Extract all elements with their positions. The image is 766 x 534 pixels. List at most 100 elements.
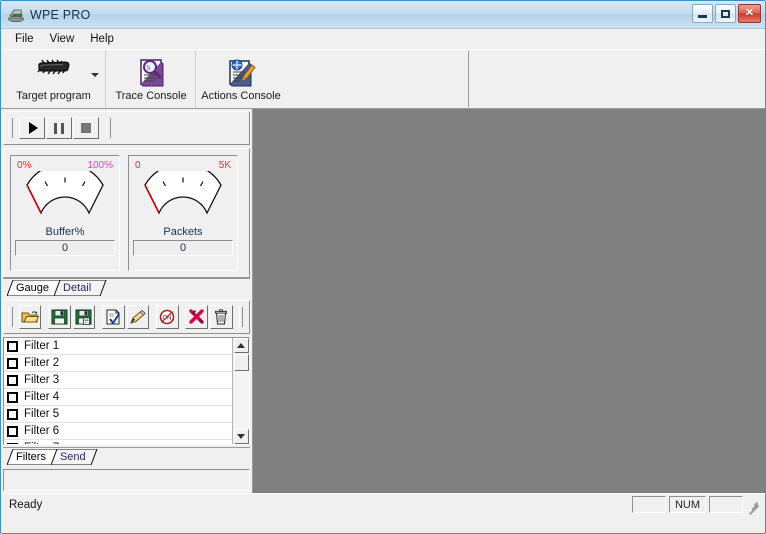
workspace: 0% 100% Buffer% 0 0 5K Packets 0 Gauge D…: [1, 109, 765, 493]
save-as-filter-button[interactable]: [72, 305, 96, 329]
filter-toolbar-panel: ON: [3, 300, 250, 334]
pause-button[interactable]: [46, 117, 72, 139]
minimize-icon: [698, 14, 707, 18]
tab-gauge[interactable]: Gauge: [7, 280, 62, 296]
gauge-packets-label: Packets: [163, 226, 203, 238]
tab-detail-label: Detail: [63, 282, 92, 294]
scroll-thumb[interactable]: [233, 354, 249, 371]
filter-checkbox[interactable]: [7, 425, 18, 437]
filter-list-items: Filter 1 Filter 2 Filter 3 Filter 4 Filt…: [4, 338, 232, 444]
tab-filters-label: Filters: [16, 451, 46, 463]
status-panel-3: [709, 496, 743, 513]
gauge-tabstrip: Gauge Detail: [3, 278, 250, 296]
play-button[interactable]: [19, 117, 45, 139]
resize-grip[interactable]: [747, 498, 761, 515]
on-toggle-icon: ON: [159, 309, 175, 325]
gauge-packets-value: 0: [133, 240, 233, 256]
filter-checkbox[interactable]: [7, 357, 18, 369]
pause-icon: [54, 122, 64, 134]
svg-text:h: h: [147, 64, 151, 72]
filter-tabstrip: Filters Send: [3, 447, 250, 465]
toolbar-grip[interactable]: [8, 118, 13, 138]
red-x-icon: [189, 309, 204, 324]
gauge-buffer[interactable]: 0% 100% Buffer% 0: [10, 155, 120, 271]
tab-filters[interactable]: Filters: [7, 449, 64, 465]
filter-list-scrollbar[interactable]: [232, 338, 249, 444]
mdi-client-area[interactable]: [253, 109, 765, 493]
main-toolbar-overflow-area: [469, 50, 765, 108]
list-item[interactable]: Filter 7: [4, 440, 232, 444]
edit-filter-button[interactable]: [126, 305, 150, 329]
scroll-down-button[interactable]: [233, 429, 249, 444]
save-floppy-icon: [51, 309, 68, 325]
gauge-buffer-scale: 0% 100%: [15, 159, 115, 171]
transport-toolbar: [4, 112, 249, 144]
chevron-up-icon: [237, 343, 245, 348]
filter-checkbox[interactable]: [7, 408, 18, 420]
application-window: WPE PRO ✕ File View Help Target program …: [0, 0, 766, 534]
filter-checkbox[interactable]: [7, 374, 18, 386]
left-dock-empty-pane: [3, 469, 250, 491]
check-filter-button[interactable]: [101, 305, 125, 329]
list-item-label: Filter 1: [24, 340, 60, 352]
gauge-packets-scale: 0 5K: [133, 159, 233, 171]
window-controls: ✕: [692, 4, 761, 23]
filter-checkbox[interactable]: [7, 442, 18, 444]
minimize-button[interactable]: [692, 4, 713, 23]
gauge-buffer-max-label: 100%: [87, 160, 113, 171]
delete-filter-button[interactable]: [185, 305, 208, 329]
menu-item-file[interactable]: File: [7, 31, 42, 47]
trash-can-icon: [215, 309, 228, 325]
scroll-track[interactable]: [233, 371, 249, 429]
filter-list[interactable]: Filter 1 Filter 2 Filter 3 Filter 4 Filt…: [3, 337, 250, 445]
gauge-packets[interactable]: 0 5K Packets 0: [128, 155, 238, 271]
actions-console-label: Actions Console: [201, 90, 281, 102]
list-item-label: Filter 2: [24, 357, 60, 369]
close-icon: ✕: [744, 7, 755, 19]
gauges-container: 0% 100% Buffer% 0 0 5K Packets 0: [4, 149, 249, 277]
gauge-buffer-label: Buffer%: [45, 226, 85, 238]
close-button[interactable]: ✕: [738, 4, 761, 23]
tab-send[interactable]: Send: [50, 449, 98, 465]
target-program-label: Target program: [16, 90, 91, 102]
list-item[interactable]: Filter 4: [4, 389, 232, 406]
save-as-floppy-icon: [75, 309, 92, 325]
stop-icon: [81, 123, 91, 133]
chip-icon: [32, 55, 76, 89]
filter-toolbar-grip[interactable]: [8, 307, 13, 327]
list-item[interactable]: Filter 6: [4, 423, 232, 440]
list-item[interactable]: Filter 2: [4, 355, 232, 372]
filter-checkbox[interactable]: [7, 391, 18, 403]
magnifier-document-icon: h: [135, 55, 167, 89]
target-program-button[interactable]: Target program: [1, 50, 106, 108]
on-toggle-button[interactable]: ON: [155, 305, 179, 329]
chevron-down-icon: [237, 434, 245, 439]
list-item[interactable]: Filter 5: [4, 406, 232, 423]
filter-toolbar-grip-end: [238, 307, 244, 327]
menu-item-view[interactable]: View: [42, 31, 83, 47]
save-filter-button[interactable]: [47, 305, 71, 329]
filter-toolbar: ON: [4, 301, 249, 333]
chevron-down-icon[interactable]: [91, 73, 99, 77]
maximize-button[interactable]: [715, 4, 736, 23]
trace-console-button[interactable]: h Trace Console: [106, 50, 196, 108]
app-device-icon: [7, 6, 25, 24]
gauges-panel: 0% 100% Buffer% 0 0 5K Packets 0: [3, 148, 250, 278]
stop-button[interactable]: [73, 117, 99, 139]
gauge-buffer-min-label: 0%: [17, 160, 32, 171]
scroll-up-button[interactable]: [233, 338, 249, 353]
open-filter-button[interactable]: [18, 305, 42, 329]
document-check-icon: [106, 309, 120, 325]
menu-item-help[interactable]: Help: [82, 31, 122, 47]
trash-button[interactable]: [209, 305, 233, 329]
tab-detail[interactable]: Detail: [54, 280, 107, 296]
window-title: WPE PRO: [30, 7, 91, 22]
main-toolbar-empty-area: [286, 50, 468, 108]
transport-toolbar-panel: [3, 111, 250, 145]
actions-console-button[interactable]: Actions Console: [196, 50, 286, 108]
list-item[interactable]: Filter 1: [4, 338, 232, 355]
list-item[interactable]: Filter 3: [4, 372, 232, 389]
gauge-buffer-face: [15, 171, 115, 227]
open-folder-icon: [21, 311, 39, 323]
filter-checkbox[interactable]: [7, 340, 18, 352]
